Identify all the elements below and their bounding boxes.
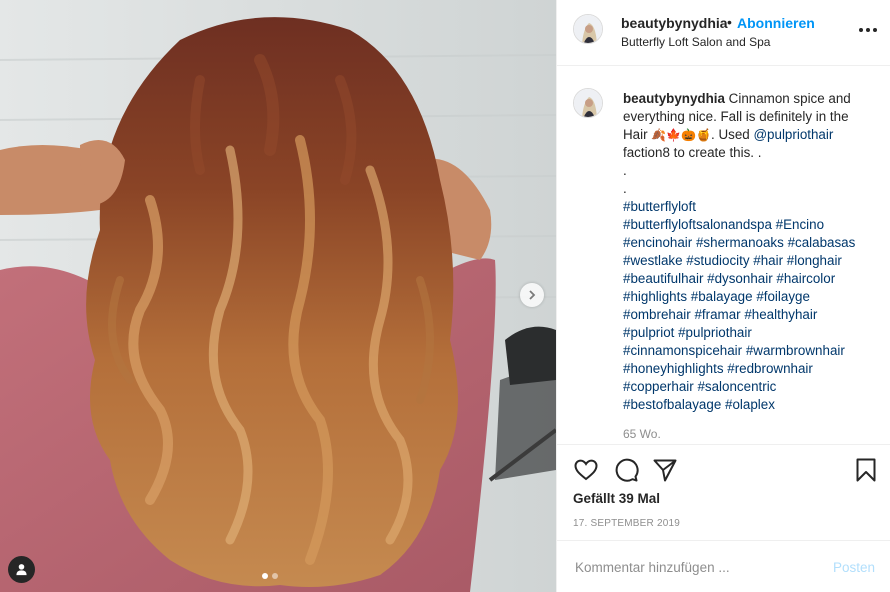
- caption-text: Cinnamon spice and: [724, 91, 851, 106]
- likes-count[interactable]: Gefällt 39 Mal: [573, 491, 660, 506]
- follow-button[interactable]: Abonnieren: [737, 15, 815, 31]
- caption-line: #copperhair #saloncentric: [623, 378, 863, 396]
- caption-line: #beautifulhair #dysonhair #haircolor: [623, 270, 863, 288]
- hashtag-link[interactable]: #honeyhighlights: [623, 361, 724, 376]
- hashtag-link[interactable]: #hair: [753, 253, 783, 268]
- time-ago[interactable]: 65 Wo.: [623, 427, 661, 441]
- caption-line: #bestofbalayage #olaplex: [623, 396, 863, 414]
- caption-line: #ombrehair #framar #healthyhair: [623, 306, 863, 324]
- header-username[interactable]: beautybynydhia: [621, 15, 728, 31]
- post-comment-button[interactable]: Posten: [833, 560, 875, 575]
- more-options-icon[interactable]: [859, 28, 877, 32]
- caption-avatar[interactable]: [573, 88, 603, 118]
- hashtag-link[interactable]: #highlights: [623, 289, 687, 304]
- hashtag-link[interactable]: #longhair: [787, 253, 842, 268]
- mention-link[interactable]: @pulpriothair: [753, 127, 833, 142]
- bookmark-icon[interactable]: [853, 457, 879, 483]
- more-dot: [859, 28, 863, 32]
- post-header: beautybynydhia • Abonnieren Butterfly Lo…: [557, 0, 890, 66]
- post-photo[interactable]: [0, 0, 556, 592]
- caption-line: #butterflyloftsalonandspa #Encino: [623, 216, 863, 234]
- caption-line: #honeyhighlights #redbrownhair: [623, 360, 863, 378]
- post-caption: beautybynydhia Cinnamon spice and everyth…: [623, 90, 863, 414]
- carousel-indicators: [262, 573, 278, 579]
- comments-section: beautybynydhia Cinnamon spice and everyth…: [557, 66, 890, 444]
- caption-line: #pulpriot #pulpriothair: [623, 324, 863, 342]
- more-dot: [866, 28, 870, 32]
- caption-text: faction8 to create this. .: [623, 145, 762, 160]
- avatar[interactable]: [573, 14, 603, 44]
- hashtag-link[interactable]: #bestofbalayage: [623, 397, 721, 412]
- hashtag-link[interactable]: #haircolor: [776, 271, 835, 286]
- hashtag-link[interactable]: #framar: [694, 307, 740, 322]
- hashtag-link[interactable]: #butterflyloft: [623, 199, 696, 214]
- caption-line: Hair 🍂🍁🎃🍯. Used @pulpriothair: [623, 126, 863, 144]
- caption-line: .: [623, 162, 863, 180]
- more-dot: [873, 28, 877, 32]
- user-tag-icon: [16, 564, 27, 576]
- hashtag-link[interactable]: #pulpriot: [623, 325, 674, 340]
- hashtag-link[interactable]: #balayage: [691, 289, 753, 304]
- hashtag-link[interactable]: #healthyhair: [744, 307, 817, 322]
- caption-line: #cinnamonspicehair #warmbrownhair: [623, 342, 863, 360]
- caption-username[interactable]: beautybynydhia: [623, 91, 725, 106]
- caption-line: #westlake #studiocity #hair #longhair: [623, 252, 863, 270]
- caption-text: . Used: [711, 127, 754, 142]
- hashtag-link[interactable]: #westlake: [623, 253, 683, 268]
- caption-line: beautybynydhia Cinnamon spice and: [623, 90, 863, 108]
- avatar-image: [574, 15, 602, 43]
- hashtag-link[interactable]: #calabasas: [788, 235, 856, 250]
- hashtag-link[interactable]: #redbrownhair: [727, 361, 813, 376]
- caption-text: .: [623, 181, 627, 196]
- caption-text: everything nice. Fall is definitely in t…: [623, 109, 849, 124]
- carousel-next-button[interactable]: [520, 283, 544, 307]
- hashtag-link[interactable]: #Encino: [776, 217, 824, 232]
- comment-icon[interactable]: [613, 457, 639, 483]
- caption-line: #encinohair #shermanoaks #calabasas: [623, 234, 863, 252]
- caption-text: .: [623, 163, 627, 178]
- post-actions: Gefällt 39 Mal 17. SEPTEMBER 2019: [557, 444, 890, 540]
- hashtag-link[interactable]: #dysonhair: [707, 271, 773, 286]
- caption-line: faction8 to create this. .: [623, 144, 863, 162]
- hashtag-link[interactable]: #butterflyloftsalonandspa: [623, 217, 772, 232]
- hashtag-link[interactable]: #studiocity: [686, 253, 749, 268]
- heart-icon[interactable]: [573, 457, 599, 483]
- hashtag-link[interactable]: #warmbrownhair: [746, 343, 845, 358]
- add-comment-bar: Posten: [557, 540, 890, 592]
- post-date: 17. SEPTEMBER 2019: [573, 518, 680, 529]
- comment-input[interactable]: [573, 555, 817, 579]
- caption-line: everything nice. Fall is definitely in t…: [623, 108, 863, 126]
- carousel-dot: [272, 573, 278, 579]
- hashtag-link[interactable]: #pulpriothair: [678, 325, 752, 340]
- avatar-image: [574, 89, 602, 117]
- header-separator: •: [727, 14, 732, 30]
- hashtag-link[interactable]: #copperhair: [623, 379, 694, 394]
- hashtag-link[interactable]: #saloncentric: [697, 379, 776, 394]
- chevron-right-icon: [529, 290, 536, 300]
- hair-photo-image: [0, 0, 556, 592]
- carousel-dot-active: [262, 573, 268, 579]
- hashtag-link[interactable]: #shermanoaks: [696, 235, 784, 250]
- hashtag-link[interactable]: #cinnamonspicehair: [623, 343, 742, 358]
- hashtag-link[interactable]: #olaplex: [725, 397, 775, 412]
- hashtag-link[interactable]: #encinohair: [623, 235, 692, 250]
- instagram-post-modal: beautybynydhia • Abonnieren Butterfly Lo…: [0, 0, 890, 592]
- hashtag-link[interactable]: #foilayge: [756, 289, 810, 304]
- post-details-panel: beautybynydhia • Abonnieren Butterfly Lo…: [556, 0, 890, 592]
- user-tag-button[interactable]: [8, 556, 35, 583]
- caption-text: Hair: [623, 127, 652, 142]
- caption-line: #butterflyloft: [623, 198, 863, 216]
- caption-line: .: [623, 180, 863, 198]
- caption-line: #highlights #balayage #foilayge: [623, 288, 863, 306]
- hashtag-link[interactable]: #ombrehair: [623, 307, 691, 322]
- caption-emoji: 🍂🍁🎃🍯: [651, 128, 712, 142]
- paper-plane-icon[interactable]: [652, 457, 678, 483]
- location-link[interactable]: Butterfly Loft Salon and Spa: [621, 35, 770, 49]
- hashtag-link[interactable]: #beautifulhair: [623, 271, 703, 286]
